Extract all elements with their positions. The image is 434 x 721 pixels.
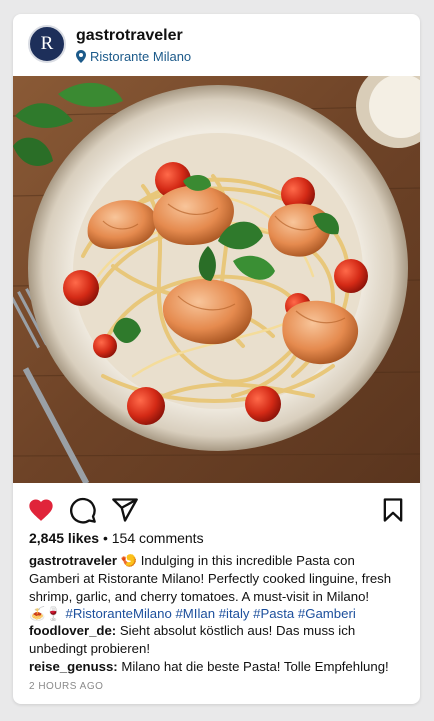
comment-username[interactable]: reise_genuss:	[29, 659, 118, 674]
post-location[interactable]: Ristorante Milano	[76, 49, 191, 64]
avatar[interactable]: R	[28, 25, 66, 63]
caption-username[interactable]: gastrotraveler	[29, 553, 117, 568]
caption-hashtags[interactable]: #RistoranteMilano #MIlan #italy #Pasta #…	[66, 606, 356, 621]
separator-dot: •	[99, 530, 112, 546]
shrimp-emoji: 🍤	[120, 553, 138, 568]
location-label: Ristorante Milano	[90, 49, 192, 64]
action-bar	[13, 490, 420, 530]
comment-item: reise_genuss: Milano hat die beste Pasta…	[29, 658, 414, 676]
post-caption: gastrotraveler 🍤 Indulging in this incre…	[29, 552, 409, 623]
pasta-wine-emoji: 🍝🍷	[29, 606, 62, 622]
like-button[interactable]	[27, 496, 55, 524]
comments-count[interactable]: 154 comments	[112, 530, 204, 546]
bookmark-icon	[383, 498, 403, 522]
engagement-summary: 2,845 likes • 154 comments	[29, 530, 204, 546]
comment-item: foodlover_de: Sieht absolut köstlich aus…	[29, 622, 414, 658]
likes-count[interactable]: 2,845 likes	[29, 530, 99, 546]
share-button[interactable]	[111, 496, 139, 524]
comment-username[interactable]: foodlover_de:	[29, 623, 116, 638]
avatar-logo-letter: R	[40, 33, 54, 54]
post-username[interactable]: gastrotraveler	[76, 27, 183, 45]
comment-icon	[70, 497, 96, 524]
post-timestamp: 2 HOURS AGO	[29, 681, 104, 692]
post-photo[interactable]	[13, 76, 420, 483]
post-header: R gastrotraveler Ristorante Milano	[13, 14, 420, 76]
location-pin-icon	[76, 50, 86, 63]
send-icon	[112, 498, 138, 522]
comment-button[interactable]	[69, 496, 97, 524]
comment-text: Milano hat die beste Pasta! Tolle Empfeh…	[117, 659, 389, 674]
save-button[interactable]	[379, 496, 407, 524]
post-card: R gastrotraveler Ristorante Milano 2,845…	[13, 14, 420, 704]
heart-icon	[29, 499, 53, 521]
